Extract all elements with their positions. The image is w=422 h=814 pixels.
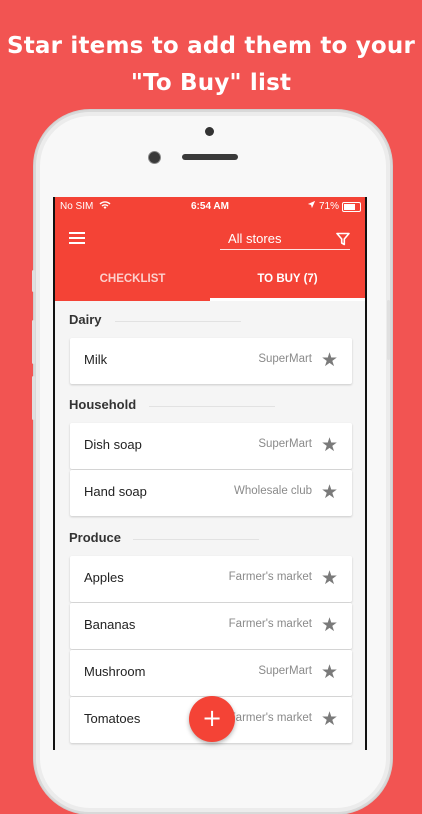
add-item-button[interactable]: +	[189, 696, 235, 742]
phone-volume-down	[32, 376, 35, 420]
phone-mute-switch	[32, 270, 35, 292]
store-filter-value: All stores	[228, 231, 282, 246]
list-item[interactable]: Hand soap Wholesale club ★	[70, 470, 352, 516]
phone-power-button	[387, 300, 390, 360]
phone-screen: No SIM 6:54 AM 71% All stores CHECKLIST …	[53, 197, 367, 750]
star-icon[interactable]: ★	[321, 616, 338, 635]
location-arrow-icon	[307, 200, 316, 212]
star-icon[interactable]: ★	[321, 710, 338, 729]
status-bar: No SIM 6:54 AM 71%	[55, 197, 365, 217]
item-store: SuperMart	[258, 438, 312, 450]
battery-icon	[342, 202, 361, 212]
promo-line-1: Star items to add them to your	[6, 33, 416, 59]
item-store: Wholesale club	[234, 485, 312, 497]
phone-sensor	[205, 127, 214, 136]
item-store: Farmer's market	[228, 571, 312, 583]
tab-checklist[interactable]: CHECKLIST	[55, 267, 210, 301]
star-icon[interactable]: ★	[321, 351, 338, 370]
filter-icon[interactable]	[336, 231, 350, 246]
item-store: Farmer's market	[228, 618, 312, 630]
list-item[interactable]: Milk SuperMart ★	[70, 338, 352, 384]
section-header-household: Household	[69, 397, 137, 412]
item-name: Apples	[84, 570, 124, 585]
section-divider	[115, 321, 241, 322]
app-bar: All stores CHECKLIST TO BUY (7)	[55, 217, 365, 301]
item-name: Mushroom	[84, 664, 146, 679]
list-item[interactable]: Mushroom SuperMart ★	[70, 650, 352, 696]
phone-volume-up	[32, 320, 35, 364]
item-name: Tomatoes	[84, 711, 141, 726]
section-header-produce: Produce	[69, 530, 122, 545]
section-divider	[149, 406, 275, 407]
promo-line-2: "To Buy" list	[130, 70, 292, 96]
item-name: Milk	[84, 352, 108, 367]
app-screen: No SIM 6:54 AM 71% All stores CHECKLIST …	[55, 197, 365, 750]
item-store: Farmer's market	[228, 712, 312, 724]
promo-headline: Star items to add them to your "To Buy" …	[0, 28, 422, 102]
star-icon[interactable]: ★	[321, 436, 338, 455]
item-name: Bananas	[84, 617, 136, 632]
item-store: SuperMart	[258, 353, 312, 365]
plus-icon: +	[201, 704, 223, 732]
store-filter-select[interactable]: All stores	[220, 229, 350, 250]
front-camera	[148, 151, 161, 164]
earpiece-speaker	[182, 154, 238, 160]
item-name: Dish soap	[84, 437, 142, 452]
list-item[interactable]: Apples Farmer's market ★	[70, 556, 352, 602]
star-icon[interactable]: ★	[321, 663, 338, 682]
star-icon[interactable]: ★	[321, 483, 338, 502]
section-header-dairy: Dairy	[69, 312, 102, 327]
tab-bar: CHECKLIST TO BUY (7)	[55, 267, 365, 301]
hamburger-menu-icon[interactable]	[69, 232, 85, 244]
item-name: Hand soap	[84, 484, 147, 499]
list-item[interactable]: Bananas Farmer's market ★	[70, 603, 352, 649]
star-icon[interactable]: ★	[321, 569, 338, 588]
tab-to-buy[interactable]: TO BUY (7)	[210, 267, 365, 301]
item-store: SuperMart	[258, 665, 312, 677]
section-divider	[133, 539, 259, 540]
list-item[interactable]: Dish soap SuperMart ★	[70, 423, 352, 469]
battery-percent: 71%	[319, 201, 340, 212]
